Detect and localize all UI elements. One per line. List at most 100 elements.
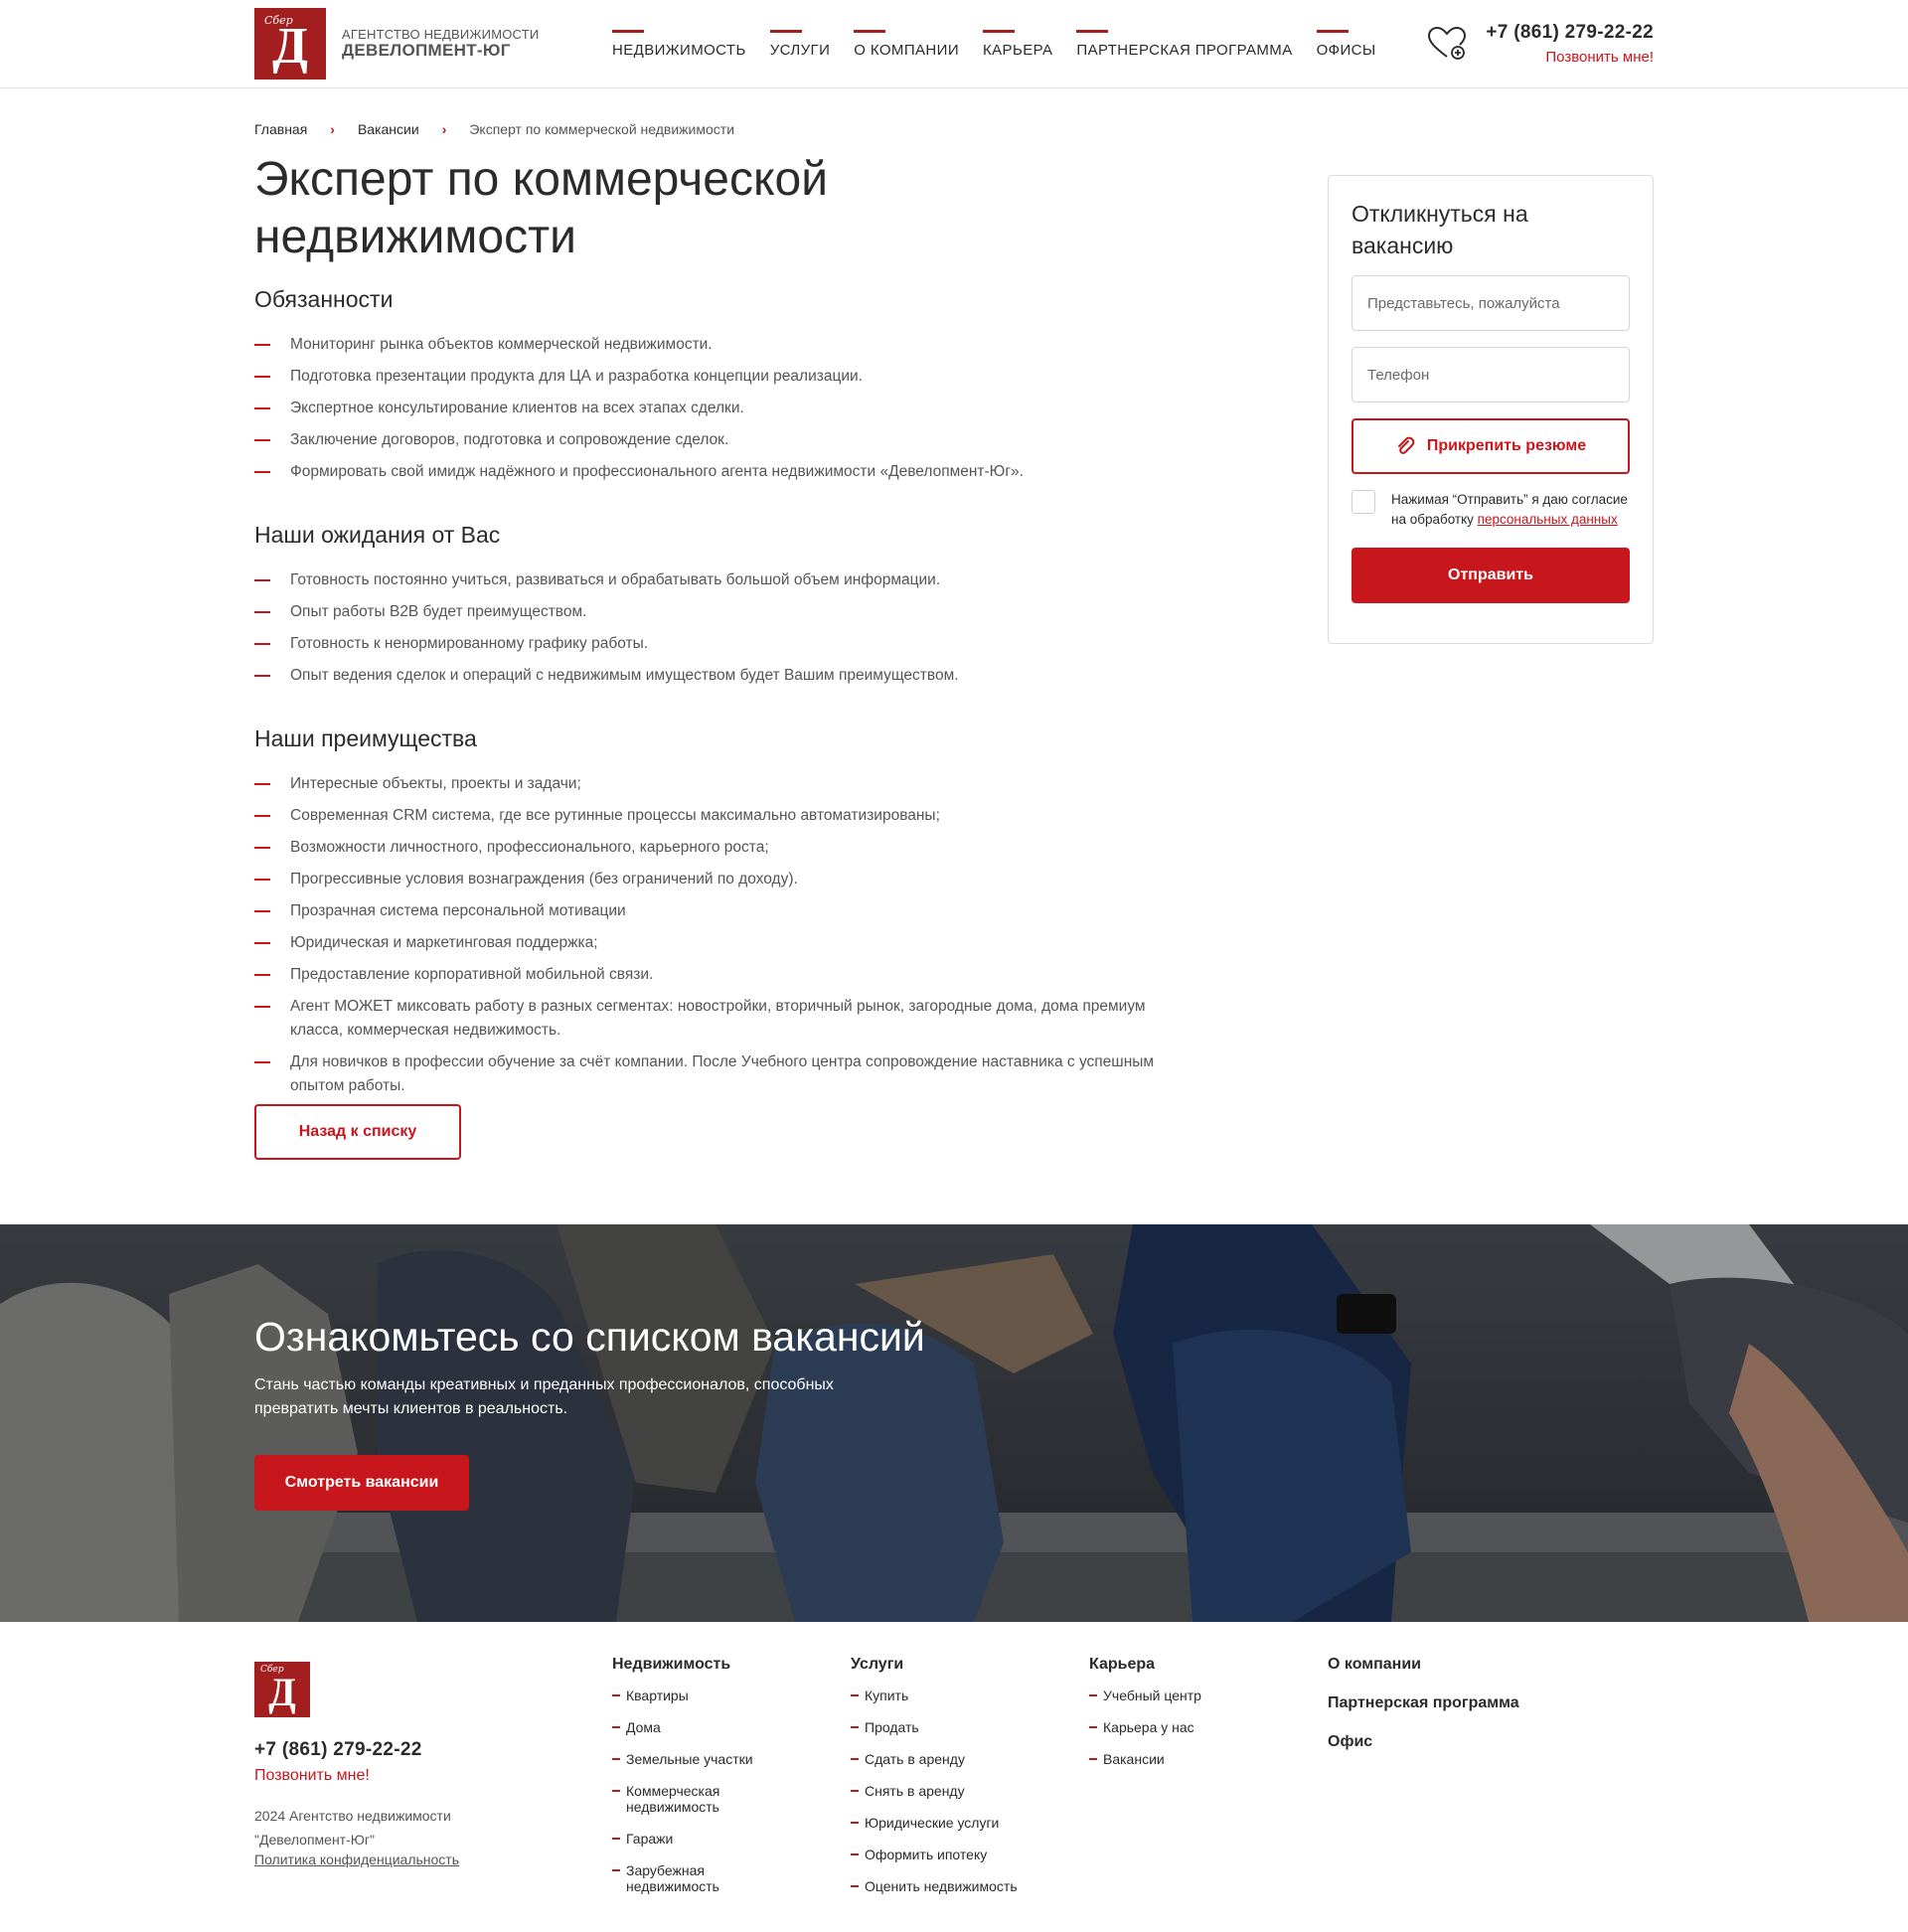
footer-link[interactable]: Зарубежная недвижимость [612,1862,741,1894]
footer-logo-letter: Д [268,1669,296,1714]
footer-link[interactable]: Квартиры [612,1688,811,1703]
consent-text: Нажимая “Отправить” я даю согласие на об… [1391,490,1630,530]
logo-text: АГЕНТСТВО НЕДВИЖИМОСТИ ДЕВЕЛОПМЕНТ-ЮГ [342,28,539,59]
main-nav: НЕДВИЖИМОСТЬ УСЛУГИ О КОМПАНИИ КАРЬЕРА П… [612,30,1400,59]
footer-links: О компании Партнерская программа Офис [1328,1656,1519,1772]
expectations-list: Готовность постоянно учиться, развиватьс… [254,568,1169,688]
paperclip-icon [1397,436,1415,454]
footer-link[interactable]: Оформить ипотеку [851,1847,1049,1862]
duties-heading: Обязанности [254,286,394,312]
advantages-list: Интересные объекты, проекты и задачи; Со… [254,772,1169,1098]
name-input[interactable] [1352,275,1630,331]
expectations-heading: Наши ожидания от Вас [254,522,501,548]
footer-phone[interactable]: +7 (861) 279-22-22 [254,1739,422,1761]
list-item: Заключение договоров, подготовка и сопро… [254,428,1169,452]
list-item: Готовность постоянно учиться, развиватьс… [254,568,1169,592]
logo-letter: Д [272,18,308,75]
footer-link-partner[interactable]: Партнерская программа [1328,1694,1519,1712]
footer-link[interactable]: Дома [612,1719,811,1735]
header-callback-link[interactable]: Позвонить мне! [1486,49,1654,66]
footer-link[interactable]: Продать [851,1719,1049,1735]
banner-title: Ознакомьтесь со списком вакансий [254,1314,925,1360]
footer-col-realty: Недвижимость Квартиры Дома Земельные уча… [612,1656,811,1910]
list-item: Для новичков в профессии обучение за счё… [254,1050,1169,1098]
footer-link[interactable]: Учебный центр [1089,1688,1288,1703]
breadcrumb: Главная › Вакансии › Эксперт по коммерче… [254,121,734,137]
nav-item-services[interactable]: УСЛУГИ [769,30,831,59]
page-title: Эксперт по коммерческой недвижимости [254,153,829,263]
logo-mark: Сбер Д [254,8,326,80]
nav-item-career[interactable]: КАРЬЕРА [983,30,1052,59]
footer-logo[interactable]: Сбер Д [254,1662,310,1717]
footer-col-heading[interactable]: Услуги [851,1656,1049,1674]
header-phone[interactable]: +7 (861) 279-22-22 [1486,22,1654,43]
breadcrumb-home[interactable]: Главная [254,121,307,137]
list-item: Агент МОЖЕТ миксовать работу в разных се… [254,995,1169,1043]
personal-data-link[interactable]: персональных данных [1478,512,1618,527]
footer-col-heading[interactable]: Недвижимость [612,1656,811,1674]
footer-link[interactable]: Гаражи [612,1831,811,1847]
list-item: Предоставление корпоративной мобильной с… [254,963,1169,987]
footer-link[interactable]: Оценить недвижимость [851,1878,1049,1894]
header-contacts: +7 (861) 279-22-22 Позвонить мне! [1486,22,1654,66]
list-item: Интересные объекты, проекты и задачи; [254,772,1169,796]
list-item: Формировать свой имидж надёжного и профе… [254,460,1169,484]
list-item: Готовность к ненормированному графику ра… [254,632,1169,656]
footer-logo-script: Сбер [260,1665,284,1675]
footer-link[interactable]: Карьера у нас [1089,1719,1288,1735]
list-item: Юридическая и маркетинговая поддержка; [254,931,1169,955]
list-item: Современная CRM система, где все рутинны… [254,804,1169,828]
footer-link[interactable]: Земельные участки [612,1751,811,1767]
nav-item-realty[interactable]: НЕДВИЖИМОСТЬ [612,30,746,59]
logo-line2: ДЕВЕЛОПМЕНТ-ЮГ [342,40,511,60]
banner-photo [0,1224,1908,1622]
footer-col-services: Услуги Купить Продать Сдать в аренду Сня… [851,1656,1049,1910]
list-item: Опыт ведения сделок и операций с недвижи… [254,664,1169,688]
footer-link[interactable]: Вакансии [1089,1751,1288,1767]
footer-link[interactable]: Снять в аренду [851,1783,1049,1799]
consent-row: Нажимая “Отправить” я даю согласие на об… [1352,490,1630,530]
privacy-policy-link[interactable]: Политика конфиденциальность [254,1852,459,1867]
footer-link[interactable]: Сдать в аренду [851,1751,1049,1767]
view-vacancies-button[interactable]: Смотреть вакансии [254,1455,469,1511]
nav-item-offices[interactable]: ОФИСЫ [1316,30,1376,59]
advantages-heading: Наши преимущества [254,725,477,751]
list-item: Прозрачная система персональной мотиваци… [254,899,1169,923]
apply-form: Откликнуться на вакансию Прикрепить резю… [1328,175,1654,644]
list-item: Прогрессивные условия вознаграждения (бе… [254,868,1169,891]
phone-input[interactable] [1352,347,1630,402]
duties-list: Мониторинг рынка объектов коммерческой н… [254,333,1169,484]
list-item: Опыт работы B2B будет преимуществом. [254,600,1169,624]
footer-link-office[interactable]: Офис [1328,1733,1519,1751]
vacancy-content: Обязанности Мониторинг рынка объектов ко… [254,286,1169,1136]
list-item: Экспертное консультирование клиентов на … [254,397,1169,420]
vacancies-banner: Ознакомьтесь со списком вакансий Стань ч… [0,1224,1908,1622]
list-item: Возможности личностного, профессионально… [254,836,1169,860]
footer-col-heading[interactable]: Карьера [1089,1656,1288,1674]
submit-button[interactable]: Отправить [1352,548,1630,603]
footer-link[interactable]: Юридические услуги [851,1815,1049,1831]
site-footer: Сбер Д +7 (861) 279-22-22 Позвонить мне!… [0,1622,1908,1932]
logo[interactable]: Сбер Д АГЕНТСТВО НЕДВИЖИМОСТИ ДЕВЕЛОПМЕН… [254,8,539,80]
heart-plus-icon[interactable] [1427,26,1467,62]
list-item: Мониторинг рынка объектов коммерческой н… [254,333,1169,357]
banner-subtitle: Стань частью команды креативных и предан… [254,1376,834,1417]
footer-callback-link[interactable]: Позвонить мне! [254,1767,370,1785]
site-header: Сбер Д АГЕНТСТВО НЕДВИЖИМОСТИ ДЕВЕЛОПМЕН… [0,0,1908,88]
footer-link-company[interactable]: О компании [1328,1656,1519,1674]
logo-script: Сбер [264,14,293,27]
nav-item-company[interactable]: О КОМПАНИИ [854,30,959,59]
chevron-right-icon: › [330,121,335,137]
breadcrumb-vacancies[interactable]: Вакансии [358,121,419,137]
back-to-list-button[interactable]: Назад к списку [254,1104,461,1160]
consent-checkbox[interactable] [1352,490,1375,514]
chevron-right-icon: › [441,121,447,137]
footer-link[interactable]: Купить [851,1688,1049,1703]
logo-line1: АГЕНТСТВО НЕДВИЖИМОСТИ [342,27,540,43]
attach-resume-button[interactable]: Прикрепить резюме [1352,418,1630,474]
footer-copyright: 2024 Агентство недвижимости "Девелопмент… [254,1808,451,1848]
nav-item-partner[interactable]: ПАРТНЕРСКАЯ ПРОГРАММА [1076,30,1292,59]
footer-link[interactable]: Коммерческая недвижимость [612,1783,741,1815]
footer-col-career: Карьера Учебный центр Карьера у нас Вака… [1089,1656,1288,1783]
list-item: Подготовка презентации продукта для ЦА и… [254,365,1169,389]
